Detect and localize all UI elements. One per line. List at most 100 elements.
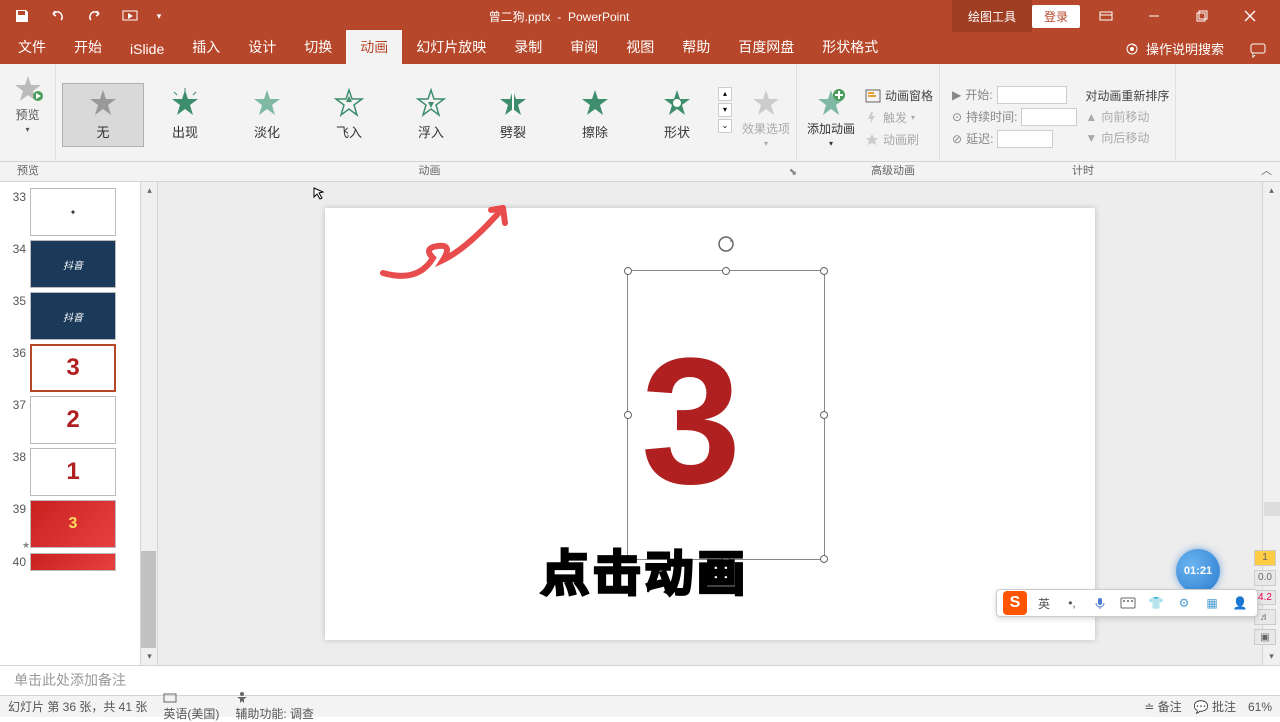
rotate-handle[interactable] <box>717 235 735 253</box>
cursor-pointer <box>312 186 326 200</box>
ime-skin-icon[interactable]: 👕 <box>1145 592 1167 614</box>
group-label-preview: 预览 <box>0 162 56 181</box>
preview-button[interactable]: 预览 ▾ <box>6 68 50 134</box>
thumb-33[interactable]: 33 ✦ <box>0 186 140 238</box>
ribbon: 预览 ▾ 无 出现 淡化 飞入 浮入 <box>0 64 1280 162</box>
tab-help[interactable]: 帮助 <box>668 30 724 64</box>
resize-handle-n[interactable] <box>722 267 730 275</box>
animation-delay-field[interactable]: ⊘延迟: <box>952 130 1077 148</box>
titlebar: ▾ 曾二狗.pptx - PowerPoint 绘图工具 登录 <box>0 0 1280 32</box>
side-icon-1[interactable]: 1 <box>1254 550 1276 566</box>
tab-design[interactable]: 设计 <box>234 30 290 64</box>
tab-insert[interactable]: 插入 <box>178 30 234 64</box>
thumb-37[interactable]: 37 2 <box>0 394 140 446</box>
close-button[interactable] <box>1228 1 1272 31</box>
ime-keyboard-icon[interactable] <box>1117 592 1139 614</box>
tab-baidu[interactable]: 百度网盘 <box>724 30 808 64</box>
comments-pane-toggle[interactable] <box>1238 36 1280 64</box>
slide-text-3[interactable]: 3 <box>641 318 741 525</box>
accessibility-checker[interactable]: 辅助功能: 调查 <box>235 691 314 722</box>
anim-shape[interactable]: 形状 <box>636 83 718 147</box>
annotation-arrow <box>373 198 533 288</box>
qat-dropdown[interactable]: ▾ <box>152 2 166 30</box>
move-earlier-button[interactable]: ▲ 向前移动 <box>1085 108 1169 125</box>
resize-handle-nw[interactable] <box>624 267 632 275</box>
ime-mic-icon[interactable] <box>1089 592 1111 614</box>
gallery-up[interactable]: ▴ <box>718 87 732 101</box>
thumb-34[interactable]: 34 抖音 <box>0 238 140 290</box>
reorder-label: 对动画重新排序 <box>1085 87 1169 104</box>
thumb-38[interactable]: 38 1 <box>0 446 140 498</box>
save-button[interactable] <box>8 2 36 30</box>
anim-split[interactable]: 劈裂 <box>472 83 554 147</box>
canvas-scroll-up[interactable]: ▴ <box>1263 182 1280 199</box>
ime-grid-icon[interactable]: ▦ <box>1201 592 1223 614</box>
tab-animations[interactable]: 动画 <box>346 30 402 64</box>
tab-shape-format[interactable]: 形状格式 <box>808 30 892 64</box>
tab-record[interactable]: 录制 <box>500 30 556 64</box>
anim-none[interactable]: 无 <box>62 83 144 147</box>
group-label-advanced: 高级动画 <box>803 162 983 181</box>
effect-options-button: 效果选项 ▾ <box>738 82 794 148</box>
thumb-40[interactable]: 40 <box>0 551 140 573</box>
tab-transitions[interactable]: 切换 <box>290 30 346 64</box>
maximize-button[interactable] <box>1180 1 1224 31</box>
tab-view[interactable]: 视图 <box>612 30 668 64</box>
ime-lang[interactable]: 英 <box>1033 592 1055 614</box>
animation-painter-button[interactable]: 动画刷 <box>865 131 933 148</box>
anim-floatin[interactable]: 浮入 <box>390 83 472 147</box>
thumb-36[interactable]: 36 3 <box>0 342 140 394</box>
anim-wipe[interactable]: 擦除 <box>554 83 636 147</box>
canvas-scroll-down[interactable]: ▾ <box>1263 648 1280 665</box>
animation-pane-button[interactable]: 动画窗格 <box>865 87 933 104</box>
tab-home[interactable]: 开始 <box>60 30 116 64</box>
gallery-down[interactable]: ▾ <box>718 103 732 117</box>
redo-button[interactable] <box>80 2 108 30</box>
animation-start-field[interactable]: ▶开始: <box>952 86 1077 104</box>
ime-toolbox-icon[interactable]: ⚙ <box>1173 592 1195 614</box>
ime-user-icon[interactable]: 👤 <box>1229 592 1251 614</box>
side-icon-2[interactable]: 0.0 <box>1254 570 1276 586</box>
scroll-up-icon[interactable]: ▴ <box>141 182 158 199</box>
tell-me-search[interactable]: 操作说明搜索 <box>1110 33 1238 64</box>
ime-logo-icon[interactable]: S <box>1003 591 1027 615</box>
ribbon-group-labels: 预览 动画⬊ 高级动画 计时 ︿ <box>0 162 1280 182</box>
collapse-ribbon[interactable]: ︿ <box>1261 165 1272 177</box>
start-from-beginning-button[interactable] <box>116 2 144 30</box>
slide: 3 点击动画 <box>325 208 1095 640</box>
resize-handle-se[interactable] <box>820 555 828 563</box>
zoom-level[interactable]: 61% <box>1248 700 1272 714</box>
animation-duration-field[interactable]: ⊙持续时间: <box>952 108 1077 126</box>
add-animation-button[interactable]: 添加动画 ▾ <box>803 82 859 148</box>
animation-gallery[interactable]: 无 出现 淡化 飞入 浮入 劈裂 <box>58 81 738 149</box>
ribbon-display-options[interactable] <box>1084 1 1128 31</box>
scroll-down-icon[interactable]: ▾ <box>141 648 158 665</box>
ime-toolbar[interactable]: S 英 •, 👕 ⚙ ▦ 👤 <box>996 589 1258 617</box>
anim-fade[interactable]: 淡化 <box>226 83 308 147</box>
resize-handle-ne[interactable] <box>820 267 828 275</box>
slide-caption: 点击动画 <box>541 534 749 604</box>
notes-toggle[interactable]: ≐ 备注 <box>1144 698 1181 715</box>
animation-dialog-launcher[interactable]: ⬊ <box>787 167 799 179</box>
tab-slideshow[interactable]: 幻灯片放映 <box>402 30 500 64</box>
login-button[interactable]: 登录 <box>1032 5 1080 28</box>
window-title: 曾二狗.pptx - PowerPoint <box>166 8 952 25</box>
ime-punct-icon[interactable]: •, <box>1061 592 1083 614</box>
thumb-35[interactable]: 35 抖音 <box>0 290 140 342</box>
resize-handle-e[interactable] <box>820 411 828 419</box>
tab-review[interactable]: 审阅 <box>556 30 612 64</box>
comments-toggle[interactable]: 💬 批注 <box>1194 698 1236 715</box>
tab-islide[interactable]: iSlide <box>116 34 178 64</box>
move-later-button[interactable]: ▼ 向后移动 <box>1085 129 1169 146</box>
minimize-button[interactable] <box>1132 1 1176 31</box>
thumbnail-scrollbar[interactable]: ▴ ▾ <box>140 182 157 665</box>
language-indicator[interactable]: 英语(美国) <box>163 691 219 722</box>
tab-file[interactable]: 文件 <box>4 30 60 64</box>
trigger-button[interactable]: 触发▾ <box>865 109 933 126</box>
anim-flyin[interactable]: 飞入 <box>308 83 390 147</box>
undo-button[interactable] <box>44 2 72 30</box>
anim-appear[interactable]: 出现 <box>144 83 226 147</box>
side-icon-5[interactable]: ▣ <box>1254 629 1276 645</box>
resize-handle-w[interactable] <box>624 411 632 419</box>
gallery-more[interactable]: ⌄ <box>718 119 732 133</box>
